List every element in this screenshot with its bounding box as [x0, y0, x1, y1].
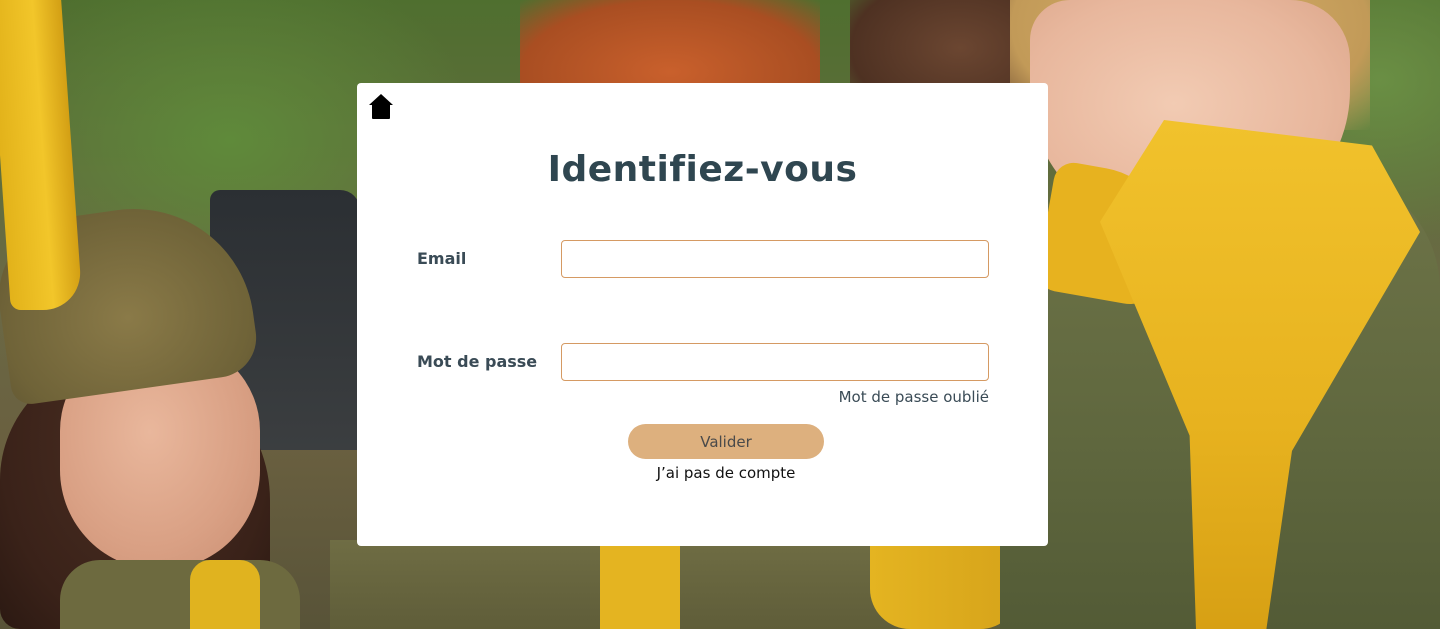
no-account-link[interactable]: J’ai pas de compte [357, 464, 1095, 482]
page-title: Identifiez-vous [547, 149, 858, 190]
home-button[interactable] [367, 92, 395, 120]
background-scarf-left [0, 0, 83, 310]
submit-button[interactable]: Valider [628, 424, 824, 459]
email-field[interactable] [561, 240, 989, 278]
login-card: Identifiez-vous Email Mot de passe Mot d… [357, 83, 1048, 546]
background-girl-shirt [60, 560, 300, 629]
background-child-red-hair [520, 0, 820, 90]
background-scarf-middle [600, 540, 680, 629]
password-field[interactable] [561, 343, 989, 381]
password-label: Mot de passe [417, 352, 538, 371]
email-label: Email [417, 249, 467, 268]
background-girl-scarf [190, 560, 260, 629]
background-scarf-center [870, 540, 1020, 629]
forgot-password-link[interactable]: Mot de passe oublié [839, 388, 989, 406]
home-icon [369, 94, 393, 119]
